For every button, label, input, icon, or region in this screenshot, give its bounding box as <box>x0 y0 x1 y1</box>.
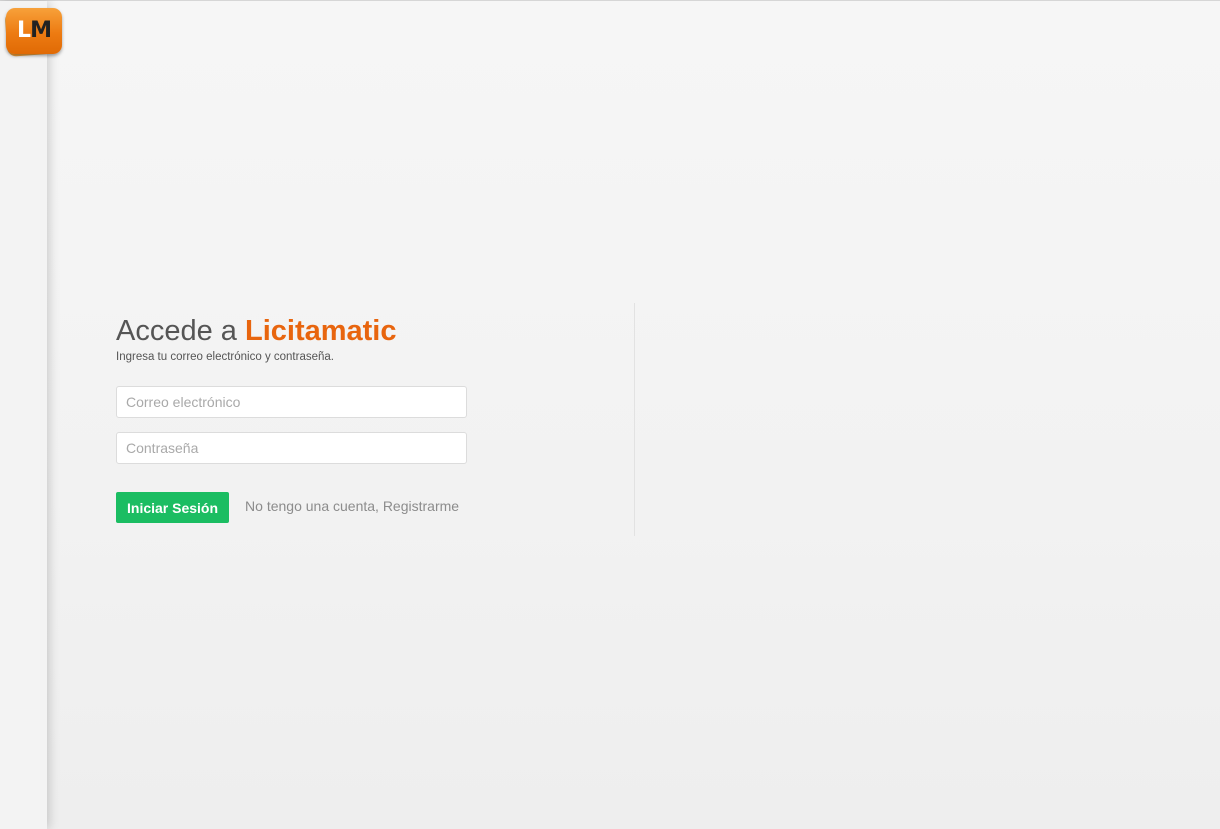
logo-letter-l: L <box>17 18 31 43</box>
logo-badge: LM <box>6 8 62 54</box>
login-button[interactable]: Iniciar Sesión <box>116 492 230 523</box>
page-title: Accede a Licitamatic <box>116 313 586 349</box>
vertical-divider <box>634 303 635 536</box>
password-field[interactable] <box>116 432 467 464</box>
login-panel: Accede a Licitamatic Ingresa tu correo e… <box>116 313 586 523</box>
title-prefix: Accede a <box>116 315 237 347</box>
sidebar <box>0 1 47 829</box>
login-actions: Iniciar Sesión No tengo una cuenta, Regi… <box>116 492 586 523</box>
logo-letter-m: M <box>30 18 52 43</box>
logo-text: LM <box>17 18 52 43</box>
email-field[interactable] <box>116 386 467 418</box>
logo[interactable]: LM <box>4 8 63 57</box>
register-link[interactable]: No tengo una cuenta, Registrarme <box>245 498 459 514</box>
login-subtitle: Ingresa tu correo electrónico y contrase… <box>116 351 334 363</box>
brand-name: Licitamatic <box>244 315 397 347</box>
